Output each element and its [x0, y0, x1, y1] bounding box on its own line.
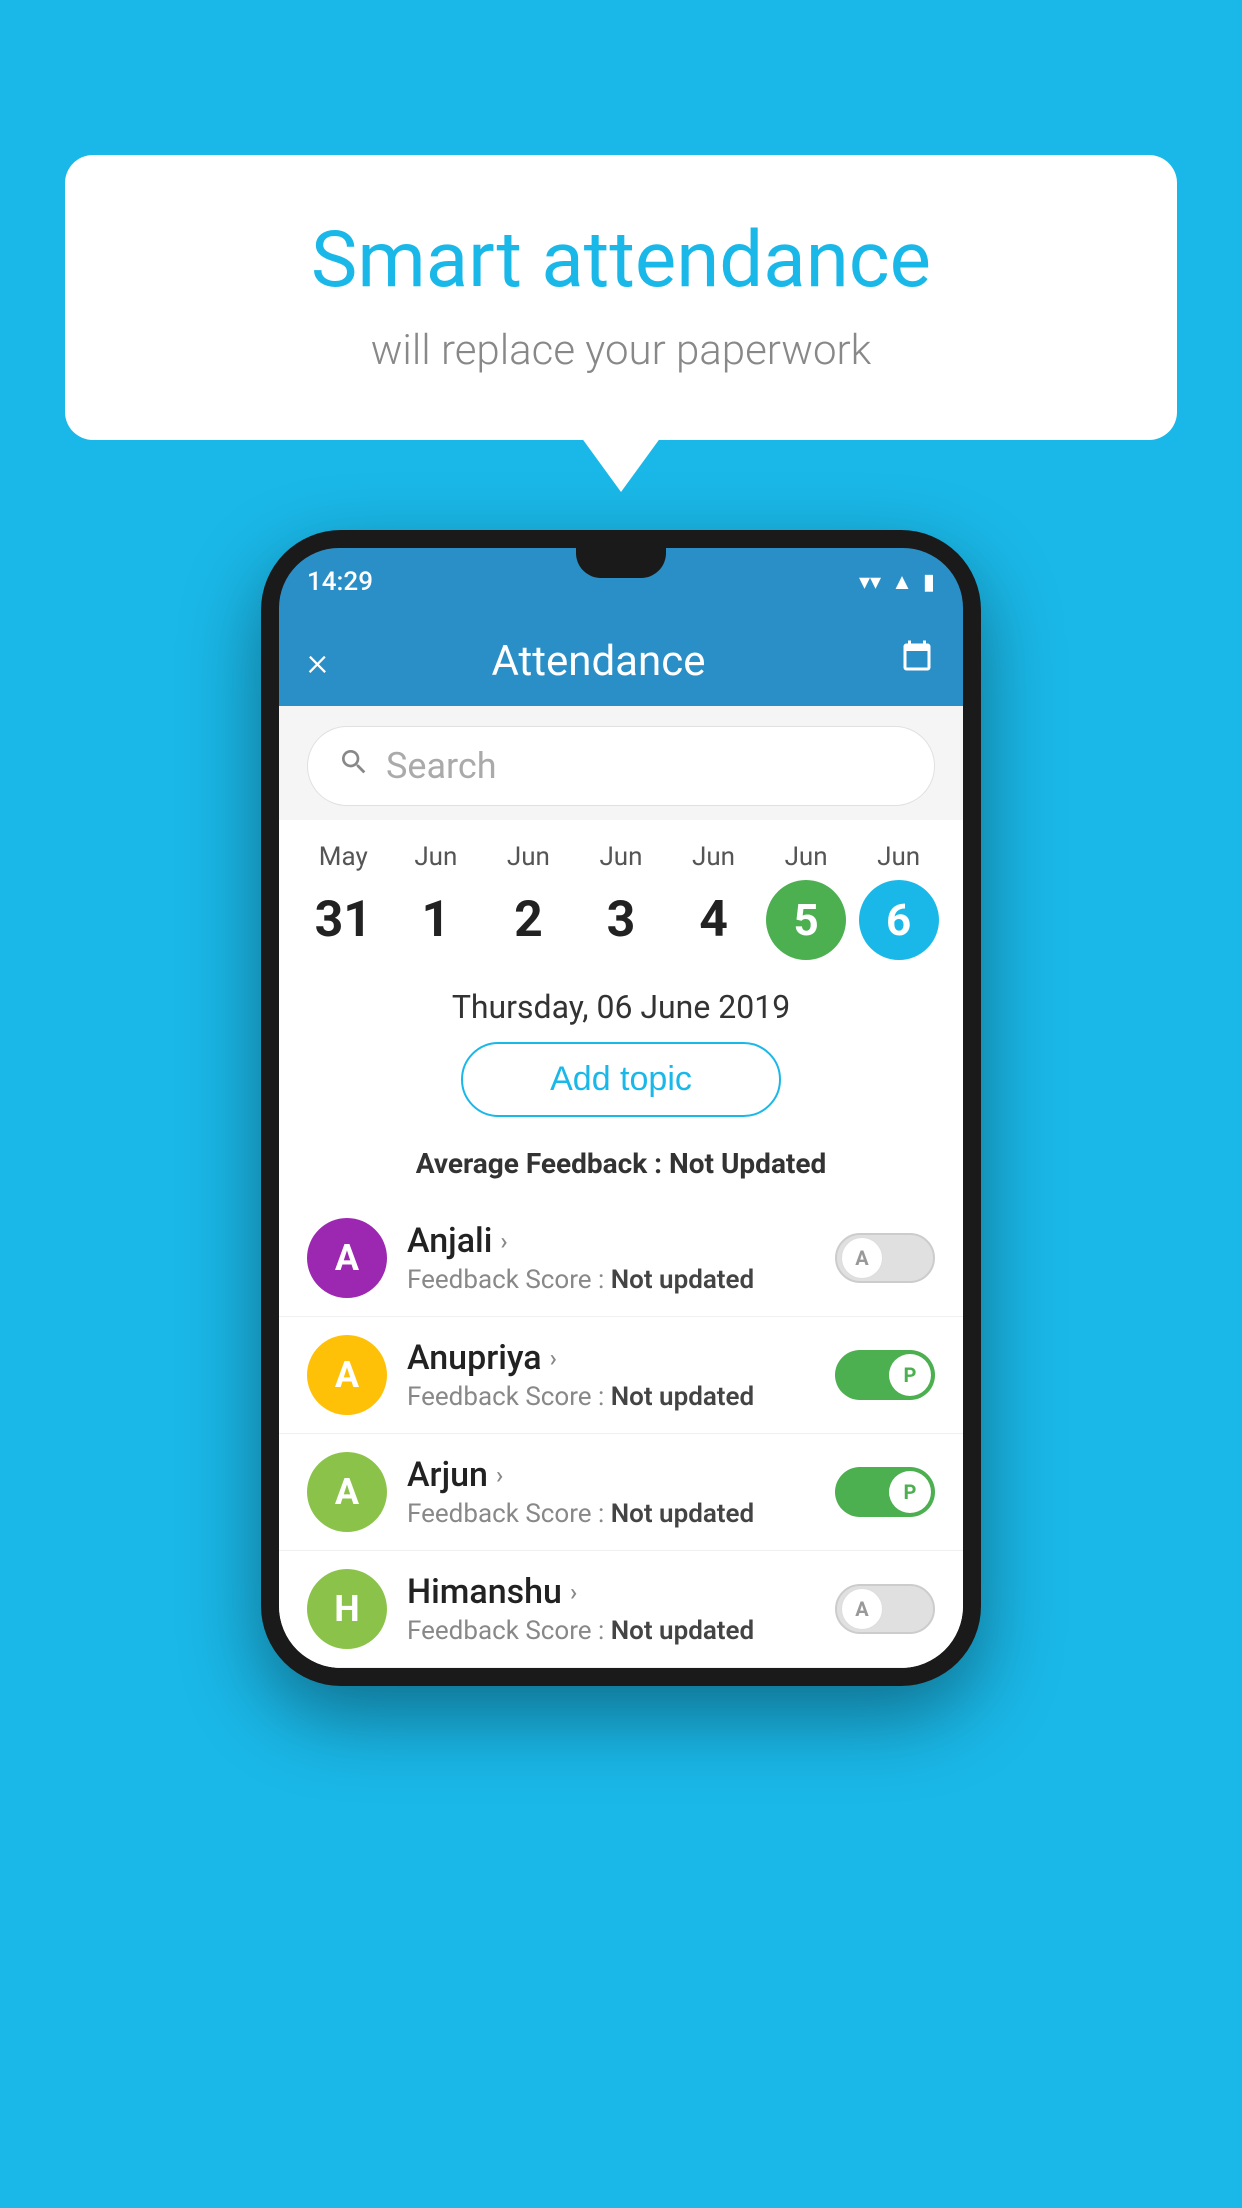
- student-list: A Anjali › Feedback Score : Not updated …: [279, 1200, 963, 1668]
- student-info: Arjun › Feedback Score : Not updated: [407, 1455, 815, 1529]
- student-info: Anupriya › Feedback Score : Not updated: [407, 1338, 815, 1412]
- table-row[interactable]: A Arjun › Feedback Score : Not updated P: [279, 1434, 963, 1551]
- search-container: Search: [279, 706, 963, 820]
- student-name: Arjun ›: [407, 1455, 815, 1495]
- attendance-toggle[interactable]: P: [835, 1350, 935, 1400]
- search-input-label: Search: [386, 745, 497, 787]
- date-item-jun6-selected[interactable]: Jun 6: [859, 842, 939, 960]
- date-strip: May 31 Jun 1 Jun 2 Jun 3 Jun 4: [279, 820, 963, 960]
- wifi-icon: ▾▾: [859, 570, 881, 595]
- student-info: Anjali › Feedback Score : Not updated: [407, 1221, 815, 1295]
- battery-icon: ▮: [923, 570, 935, 595]
- avg-feedback: Average Feedback : Not Updated: [279, 1137, 963, 1200]
- student-score: Feedback Score : Not updated: [407, 1616, 815, 1646]
- selected-date-label: Thursday, 06 June 2019: [279, 960, 963, 1042]
- table-row[interactable]: A Anupriya › Feedback Score : Not update…: [279, 1317, 963, 1434]
- date-item-jun1[interactable]: Jun 1: [396, 842, 476, 960]
- chevron-right-icon: ›: [496, 1461, 503, 1489]
- student-name: Himanshu ›: [407, 1572, 815, 1612]
- date-item-may31[interactable]: May 31: [303, 842, 383, 960]
- calendar-icon[interactable]: [899, 639, 935, 684]
- table-row[interactable]: H Himanshu › Feedback Score : Not update…: [279, 1551, 963, 1668]
- student-info: Himanshu › Feedback Score : Not updated: [407, 1572, 815, 1646]
- avatar: H: [307, 1569, 387, 1649]
- chevron-right-icon: ›: [550, 1344, 557, 1372]
- search-icon: [338, 746, 370, 786]
- app-bar: × Attendance: [279, 616, 963, 706]
- bubble-title: Smart attendance: [145, 215, 1097, 306]
- avatar: A: [307, 1218, 387, 1298]
- chevron-right-icon: ›: [500, 1227, 507, 1255]
- app-bar-title: Attendance: [322, 637, 875, 686]
- phone-screen: Search May 31 Jun 1 Jun 2 Jun: [279, 706, 963, 1668]
- avatar: A: [307, 1335, 387, 1415]
- student-name: Anupriya ›: [407, 1338, 815, 1378]
- attendance-toggle[interactable]: P: [835, 1467, 935, 1517]
- student-score: Feedback Score : Not updated: [407, 1382, 815, 1412]
- phone-mockup: 14:29 ▾▾ ▲ ▮ × Attendance: [261, 530, 981, 1686]
- add-topic-button[interactable]: Add topic: [461, 1042, 781, 1117]
- status-icons: ▾▾ ▲ ▮: [859, 569, 935, 595]
- phone-notch: [576, 548, 666, 578]
- date-item-jun3[interactable]: Jun 3: [581, 842, 661, 960]
- date-item-jun5-today[interactable]: Jun 5: [766, 842, 846, 960]
- speech-bubble-container: Smart attendance will replace your paper…: [65, 155, 1177, 440]
- student-score: Feedback Score : Not updated: [407, 1499, 815, 1529]
- student-name: Anjali ›: [407, 1221, 815, 1261]
- status-bar: 14:29 ▾▾ ▲ ▮: [279, 548, 963, 616]
- date-item-jun4[interactable]: Jun 4: [674, 842, 754, 960]
- student-score: Feedback Score : Not updated: [407, 1265, 815, 1295]
- chevron-right-icon: ›: [570, 1578, 577, 1606]
- avatar: A: [307, 1452, 387, 1532]
- bubble-subtitle: will replace your paperwork: [145, 326, 1097, 375]
- date-item-jun2[interactable]: Jun 2: [488, 842, 568, 960]
- table-row[interactable]: A Anjali › Feedback Score : Not updated …: [279, 1200, 963, 1317]
- search-bar[interactable]: Search: [307, 726, 935, 806]
- phone-outer: 14:29 ▾▾ ▲ ▮ × Attendance: [261, 530, 981, 1686]
- signal-icon: ▲: [891, 569, 913, 595]
- attendance-toggle[interactable]: A: [835, 1584, 935, 1634]
- speech-bubble: Smart attendance will replace your paper…: [65, 155, 1177, 440]
- status-time: 14:29: [307, 567, 373, 597]
- attendance-toggle[interactable]: A: [835, 1233, 935, 1283]
